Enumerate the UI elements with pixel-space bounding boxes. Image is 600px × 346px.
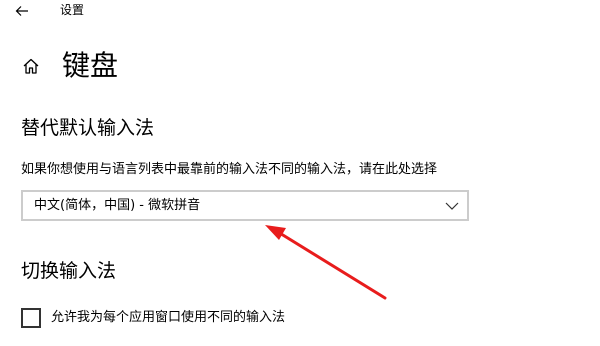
per-app-input-checkbox-label: 允许我为每个应用窗口使用不同的输入法: [51, 310, 286, 325]
default-input-description: 如果你想使用与语言列表中最靠前的输入法不同的输入法，请在此处选择: [21, 162, 438, 177]
section-heading-switch-input: 切换输入法: [21, 260, 117, 282]
title-bar: 设置: [0, 0, 600, 24]
chevron-down-icon: [445, 199, 459, 213]
per-app-input-checkbox[interactable]: [21, 308, 41, 328]
per-app-input-checkbox-row[interactable]: 允许我为每个应用窗口使用不同的输入法: [21, 307, 285, 329]
app-title: 设置: [60, 3, 85, 17]
section-heading-default-input: 替代默认输入法: [21, 117, 155, 139]
dropdown-selected-value: 中文(简体，中国) - 微软拼音: [34, 198, 201, 213]
arrow-left-icon: [15, 6, 28, 16]
input-method-dropdown[interactable]: 中文(简体，中国) - 微软拼音: [21, 190, 469, 221]
home-icon[interactable]: [20, 55, 42, 77]
back-button[interactable]: [8, 0, 36, 22]
page-header: 键盘: [20, 46, 118, 86]
page-title: 键盘: [62, 49, 119, 82]
